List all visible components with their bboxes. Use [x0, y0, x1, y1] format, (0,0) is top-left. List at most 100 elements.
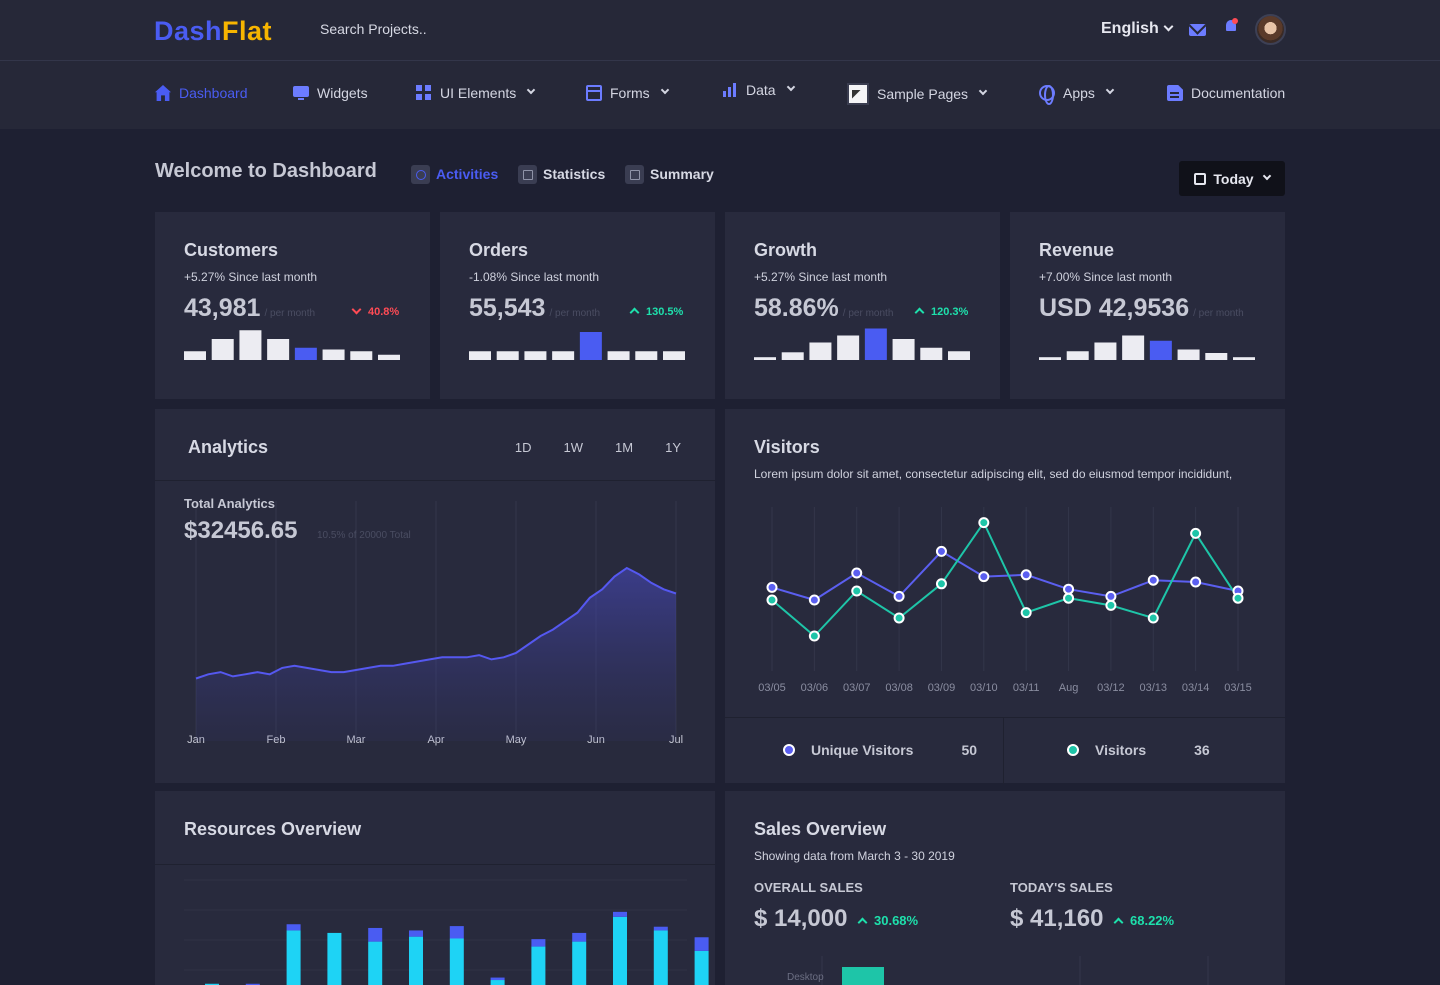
tab-label: Activities [436, 166, 499, 182]
grid-icon [416, 85, 432, 101]
arrow-up-icon [914, 307, 925, 318]
sparkline-bar [350, 351, 373, 360]
overall-sales-value: $ 14,000 [754, 905, 848, 932]
chevron-down-icon [1262, 171, 1271, 180]
search-input[interactable]: Search Projects.. [320, 21, 427, 37]
x-tick-label: 03/07 [843, 682, 871, 694]
range-1m-button[interactable]: 1M [615, 440, 633, 455]
series-point[interactable] [1105, 599, 1117, 611]
tab-summary[interactable]: Summary [625, 163, 714, 185]
nav-ui-elements[interactable]: UI Elements [416, 83, 536, 103]
avatar[interactable] [1255, 14, 1286, 45]
sparkline-bar [184, 351, 206, 360]
document-icon [1167, 85, 1183, 101]
resource-bar [653, 930, 668, 985]
series-point[interactable] [851, 585, 863, 597]
range-selector: 1D 1W 1M 1Y [483, 440, 681, 455]
legend-visitors[interactable]: Visitors 36 [1067, 742, 1210, 758]
resource-bar [368, 927, 383, 942]
x-tick-label: 03/08 [885, 682, 913, 694]
series-point[interactable] [808, 630, 820, 642]
series-point[interactable] [1105, 590, 1117, 602]
sparkline-bar [1039, 357, 1061, 360]
range-1y-button[interactable]: 1Y [665, 440, 681, 455]
brand-logo[interactable]: DashFlat [154, 16, 272, 47]
legend-dot [1067, 744, 1079, 756]
globe-icon [1039, 85, 1055, 105]
series-point[interactable] [978, 517, 990, 529]
series-point[interactable] [893, 612, 905, 624]
stat-card-revenue: Revenue +7.00% Since last month USD 42,9… [1010, 212, 1285, 399]
series-point[interactable] [893, 590, 905, 602]
sparkline-bar [754, 357, 776, 360]
stat-subtitle: +7.00% Since last month [1039, 270, 1173, 284]
resource-bar [531, 946, 546, 985]
tab-statistics[interactable]: Statistics [518, 163, 605, 185]
resource-bar [531, 939, 546, 947]
series-point[interactable] [1063, 592, 1075, 604]
series-point[interactable] [935, 545, 947, 557]
mail-icon[interactable] [1189, 24, 1206, 36]
nav-forms[interactable]: Forms [586, 83, 669, 103]
nav-label: Sample Pages [877, 86, 969, 102]
nav-apps[interactable]: Apps [1039, 83, 1115, 105]
series-point[interactable] [1020, 607, 1032, 619]
series-point[interactable] [1147, 612, 1159, 624]
series-point[interactable] [978, 571, 990, 583]
nav-sample-pages[interactable]: Sample Pages [847, 83, 988, 105]
series-line-0 [771, 550, 1239, 602]
nav-data[interactable]: Data [722, 80, 795, 100]
nav-dashboard[interactable]: Dashboard [155, 83, 248, 103]
range-1w-button[interactable]: 1W [564, 440, 584, 455]
sparkline-bar [948, 351, 970, 360]
bell-icon[interactable] [1226, 18, 1238, 34]
card-title: Analytics [188, 437, 269, 457]
series-point[interactable] [766, 594, 778, 606]
sparkline-bar [635, 351, 658, 360]
series-point[interactable] [1020, 569, 1032, 581]
sparkline-chart [1039, 335, 1255, 360]
stat-value-number: 58.86% [754, 294, 839, 322]
x-tick-label: 03/10 [970, 682, 998, 694]
language-selector[interactable]: English [1101, 20, 1174, 38]
series-point[interactable] [1190, 527, 1202, 539]
series-point[interactable] [935, 578, 947, 590]
analytics-value: $32456.65 [184, 517, 298, 544]
nav-label: Widgets [317, 85, 368, 101]
series-point[interactable] [1232, 592, 1244, 604]
series-point[interactable] [1190, 576, 1202, 588]
nav-label: Documentation [1191, 85, 1286, 101]
stat-value: 55,543/ per month [469, 294, 600, 323]
sparkline-bar [211, 339, 234, 360]
form-icon [586, 85, 602, 101]
top-bar: DashFlat Search Projects.. English [0, 0, 1440, 61]
sparkline-bar [1233, 357, 1255, 360]
stat-change-value: 120.3% [931, 306, 969, 318]
series-point[interactable] [851, 567, 863, 579]
sparkline-bar [469, 351, 491, 360]
range-1d-button[interactable]: 1D [515, 440, 532, 455]
series-point[interactable] [1063, 583, 1075, 595]
visitors-card: Visitors Lorem ipsum dolor sit amet, con… [725, 409, 1285, 784]
date-filter-button[interactable]: Today [1179, 161, 1285, 196]
x-tick-label: 03/09 [928, 682, 956, 694]
resource-bar [409, 930, 423, 937]
nav-documentation[interactable]: Documentation [1167, 83, 1285, 103]
sparkline-bar [552, 351, 575, 360]
sparkline-bar [322, 349, 345, 360]
bar-chart-icon [722, 82, 738, 98]
tab-activities[interactable]: Activities [411, 163, 498, 185]
chevron-down-icon [660, 85, 669, 95]
resource-bar [653, 926, 668, 931]
overall-sales-pct: 30.68% [874, 913, 919, 928]
series-point[interactable] [1147, 574, 1159, 586]
series-point[interactable] [766, 581, 778, 593]
resource-bar [490, 980, 505, 985]
series-point[interactable] [808, 594, 820, 606]
brand-part1: Dash [154, 16, 223, 46]
stat-change: 120.3% [914, 306, 969, 318]
legend-unique-visitors[interactable]: Unique Visitors 50 [783, 742, 977, 758]
sparkline-bar [239, 330, 262, 360]
nav-widgets[interactable]: Widgets [293, 83, 368, 103]
stat-value-number: 43,981 [184, 294, 261, 322]
